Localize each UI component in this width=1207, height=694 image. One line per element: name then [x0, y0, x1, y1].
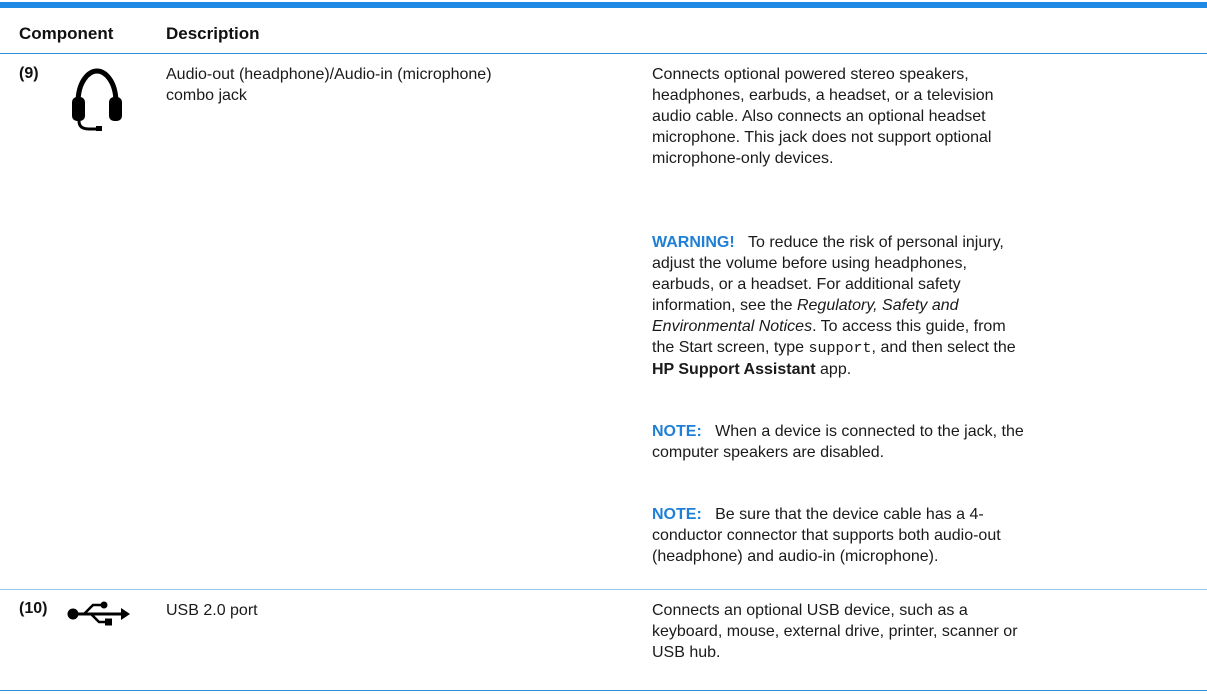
row-number: (10) — [19, 600, 48, 617]
warning-text: , and then select the — [871, 339, 1016, 356]
description-line: Connects optional powered stereo speaker… — [652, 66, 969, 83]
bottom-rule — [0, 690, 1207, 691]
description-line: microphone-only devices. — [652, 150, 834, 167]
header-component: Component — [19, 24, 114, 43]
support-code: support — [808, 340, 872, 357]
description-line: audio cable. Also connects an optional h… — [652, 108, 986, 125]
headphone-icon — [72, 68, 122, 131]
warning-text: information, see the — [652, 297, 797, 314]
header-description: Description — [166, 24, 260, 43]
table-header: Component Description — [0, 8, 1207, 54]
description-line: headphones, earbuds, a headset, or a tel… — [652, 87, 994, 104]
document-title-italic: Environmental Notices — [652, 318, 813, 335]
warning-text: To reduce the risk of personal injury, — [748, 234, 1004, 251]
note-speakers: NOTE: When a device is connected to the … — [652, 421, 1172, 463]
warning-label: WARNING! — [652, 234, 735, 251]
note-text: Be sure that the device cable has a 4- — [715, 506, 984, 523]
description-paragraph: Connects optional powered stereo speaker… — [652, 64, 1172, 169]
note-text: computer speakers are disabled. — [652, 444, 885, 461]
description-line: microphone. This jack does not support o… — [652, 129, 992, 146]
note-text: When a device is connected to the jack, … — [715, 423, 1024, 440]
document-title-italic: Regulatory, Safety and — [796, 297, 959, 314]
row-number: (9) — [19, 65, 39, 82]
warning-text: app. — [815, 361, 852, 378]
note-label: NOTE: — [652, 506, 702, 523]
note-label: NOTE: — [652, 423, 702, 440]
note-cable: NOTE: Be sure that the device cable has … — [652, 504, 1172, 567]
component-label-line: Audio-out (headphone)/Audio-in (micropho… — [166, 66, 492, 83]
component-label: USB 2.0 port — [166, 602, 258, 619]
description-line: Connects an optional USB device, such as… — [652, 602, 968, 619]
usb-icon — [67, 601, 130, 626]
description-line: keyboard, mouse, external drive, printer… — [652, 623, 1018, 640]
row-divider — [0, 589, 1207, 590]
component-label-line: combo jack — [166, 87, 247, 104]
note-text: (headphone) and audio-in (microphone). — [652, 548, 939, 565]
warning-text: earbuds, or a headset. For additional sa… — [652, 276, 961, 293]
app-name: HP Support Assistant — [652, 361, 816, 378]
warning-note: WARNING! To reduce the risk of personal … — [652, 232, 1172, 380]
warning-text: adjust the volume before using headphone… — [652, 255, 967, 272]
description-line: USB hub. — [652, 644, 721, 661]
description-paragraph: Connects an optional USB device, such as… — [652, 600, 1172, 663]
warning-text: . To access this guide, from — [812, 318, 1006, 335]
note-text: conductor connector that supports both a… — [652, 527, 1001, 544]
warning-text: the Start screen, type — [652, 339, 809, 356]
